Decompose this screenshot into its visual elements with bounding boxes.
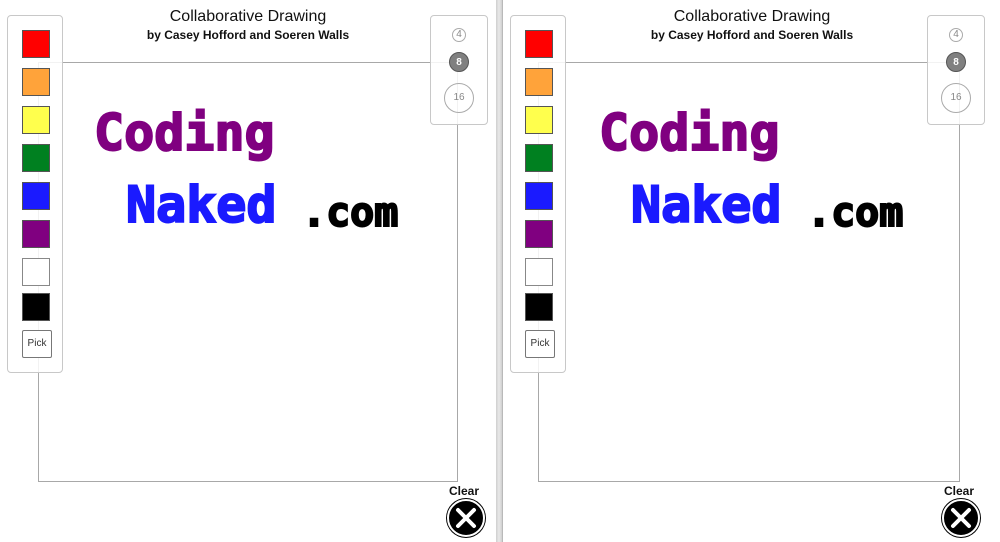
color-palette: Pick (7, 15, 63, 373)
color-swatch-yellow[interactable] (525, 106, 553, 134)
color-swatch-blue[interactable] (525, 182, 553, 210)
color-swatch-blue[interactable] (22, 182, 50, 210)
clear-label: Clear (449, 484, 480, 498)
brush-size-16[interactable]: 16 (444, 83, 474, 113)
color-swatch-red[interactable] (22, 30, 50, 58)
color-swatch-black[interactable] (22, 293, 50, 321)
drawing-text-naked: Naked (126, 176, 277, 234)
canvas-drawing: Coding Naked .com (93, 103, 399, 235)
app-subtitle: by Casey Hofford and Soeren Walls (146, 28, 350, 42)
drawing-text-com: .com (302, 190, 398, 235)
drawing-text-naked: Naked (631, 176, 782, 234)
pick-color-button[interactable]: Pick (525, 330, 555, 358)
color-swatch-purple[interactable] (22, 220, 50, 248)
color-swatch-yellow[interactable] (22, 106, 50, 134)
color-swatch-black[interactable] (525, 293, 553, 321)
drawing-text-coding: Coding (599, 104, 780, 162)
color-swatch-orange[interactable] (22, 68, 50, 96)
brush-size-panel: 4 8 16 (430, 15, 488, 125)
color-swatch-orange[interactable] (525, 68, 553, 96)
close-x-icon (456, 508, 476, 528)
app-title: Collaborative Drawing (673, 8, 831, 25)
color-swatch-purple[interactable] (525, 220, 553, 248)
brush-size-4[interactable]: 4 (452, 28, 466, 42)
color-palette: Pick (510, 15, 566, 373)
color-swatch-white[interactable] (525, 258, 553, 286)
drawing-client-right: Collaborative Drawing by Casey Hofford a… (502, 0, 1000, 542)
clear-label: Clear (944, 484, 975, 498)
drawing-client-left: Collaborative Drawing by Casey Hofford a… (0, 0, 497, 542)
brush-size-16[interactable]: 16 (941, 83, 971, 113)
app-subtitle: by Casey Hofford and Soeren Walls (650, 28, 854, 42)
color-swatch-white[interactable] (22, 258, 50, 286)
close-x-icon (951, 508, 971, 528)
app-title: Collaborative Drawing (169, 8, 327, 25)
brush-size-8-selected[interactable]: 8 (946, 52, 966, 72)
pick-color-button[interactable]: Pick (22, 330, 52, 358)
drawing-text-coding: Coding (94, 104, 275, 162)
canvas-drawing: Coding Naked .com (598, 103, 904, 235)
color-swatch-red[interactable] (525, 30, 553, 58)
brush-size-4[interactable]: 4 (949, 28, 963, 42)
clear-button[interactable] (942, 499, 980, 537)
color-swatch-green[interactable] (22, 144, 50, 172)
color-swatch-green[interactable] (525, 144, 553, 172)
brush-size-panel: 4 8 16 (927, 15, 985, 125)
drawing-text-com: .com (807, 190, 903, 235)
brush-size-8-selected[interactable]: 8 (449, 52, 469, 72)
clear-button[interactable] (447, 499, 485, 537)
